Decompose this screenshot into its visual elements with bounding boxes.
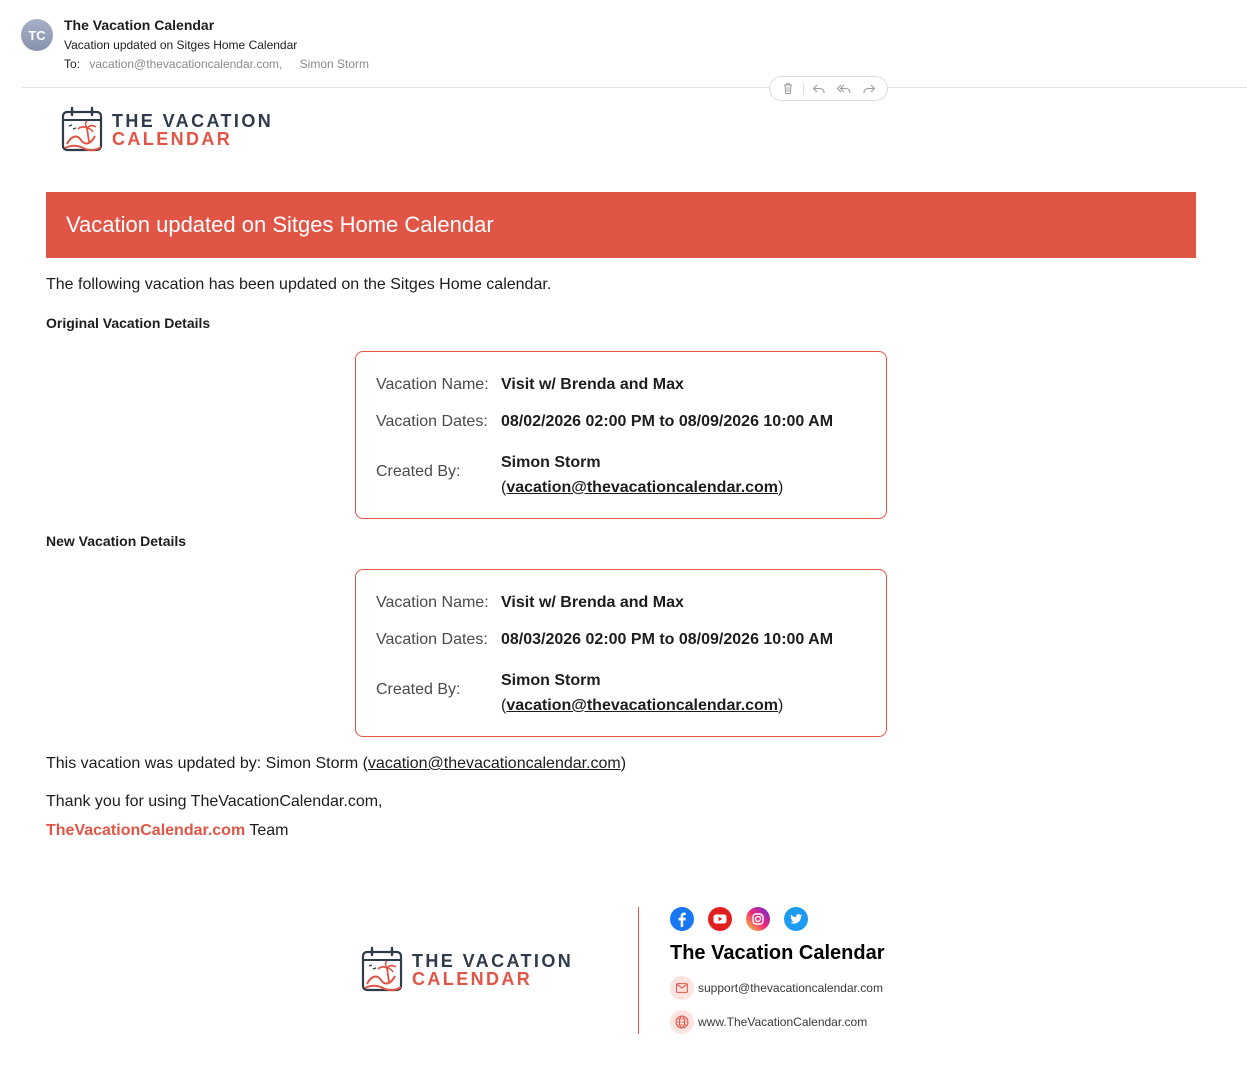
twitter-icon[interactable] bbox=[784, 907, 808, 931]
reply-all-icon[interactable] bbox=[834, 79, 854, 99]
recipient-address[interactable]: vacation@thevacationcalendar.com, bbox=[89, 57, 282, 71]
intro-text: The following vacation has been updated … bbox=[46, 276, 552, 293]
new-details-heading: New Vacation Details bbox=[46, 533, 187, 549]
message-toolbar bbox=[769, 76, 888, 101]
vacation-name-value: Visit w/ Brenda and Max bbox=[501, 376, 684, 393]
footer-website-link[interactable]: www.TheVacationCalendar.com bbox=[698, 1015, 867, 1029]
brand-logo: THE VACATION CALENDAR bbox=[61, 106, 273, 154]
vacation-name-label: Vacation Name: bbox=[376, 594, 489, 611]
avatar: TC bbox=[21, 19, 53, 51]
logo-wordmark: THE VACATION CALENDAR bbox=[412, 952, 573, 988]
mail-icon bbox=[670, 976, 694, 1000]
calendar-palm-icon bbox=[61, 106, 103, 152]
calendar-palm-icon bbox=[361, 946, 403, 992]
recipient-name[interactable]: Simon Storm bbox=[300, 57, 369, 71]
footer-logo: THE VACATION CALENDAR bbox=[361, 946, 573, 994]
youtube-icon[interactable] bbox=[708, 907, 732, 931]
forward-icon[interactable] bbox=[859, 79, 879, 99]
footer-company-name: The Vacation Calendar bbox=[670, 942, 885, 964]
footer-website-row: www.TheVacationCalendar.com bbox=[670, 1010, 867, 1034]
creator-email: (vacation@thevacationcalendar.com) bbox=[501, 697, 784, 714]
vacation-dates-value: 08/03/2026 02:00 PM to 08/09/2026 10:00 … bbox=[501, 631, 834, 648]
vacation-name-value: Visit w/ Brenda and Max bbox=[501, 594, 684, 611]
vacation-dates-value: 08/02/2026 02:00 PM to 08/09/2026 10:00 … bbox=[501, 413, 834, 430]
vacation-dates-label: Vacation Dates: bbox=[376, 631, 488, 648]
logo-line-1: THE VACATION bbox=[112, 111, 274, 131]
creator-email: (vacation@thevacationcalendar.com) bbox=[501, 479, 784, 496]
creator-name: Simon Storm bbox=[501, 672, 601, 689]
trash-icon[interactable] bbox=[778, 79, 798, 99]
banner: Vacation updated on Sitges Home Calendar bbox=[46, 192, 1196, 258]
creator-email-link[interactable]: vacation@thevacationcalendar.com bbox=[506, 697, 778, 714]
toolbar-separator bbox=[803, 82, 805, 95]
team-signature: TheVacationCalendar.com Team bbox=[46, 822, 288, 840]
instagram-icon[interactable] bbox=[746, 907, 770, 931]
created-by-label: Created By: bbox=[376, 463, 461, 480]
new-details-card: Vacation Name: Visit w/ Brenda and Max V… bbox=[355, 569, 887, 737]
mail-header: TC The Vacation Calendar Vacation update… bbox=[0, 0, 1247, 101]
facebook-icon[interactable] bbox=[670, 907, 694, 931]
updated-by-line: This vacation was updated by: Simon Stor… bbox=[46, 755, 626, 773]
created-by-label: Created By: bbox=[376, 681, 461, 698]
creator-name: Simon Storm bbox=[501, 454, 601, 471]
footer-email-link[interactable]: support@thevacationcalendar.com bbox=[698, 981, 883, 995]
logo-line-2: CALENDAR bbox=[112, 129, 233, 149]
globe-icon bbox=[670, 1010, 694, 1034]
updated-by-email-link[interactable]: vacation@thevacationcalendar.com bbox=[368, 755, 621, 772]
logo-line-2: CALENDAR bbox=[412, 969, 533, 989]
created-by-value: Simon Storm (vacation@thevacationcalenda… bbox=[501, 668, 783, 718]
updated-by-suffix: ) bbox=[620, 755, 627, 772]
team-brand-link[interactable]: TheVacationCalendar.com bbox=[46, 822, 245, 839]
footer-email-row: support@thevacationcalendar.com bbox=[670, 976, 883, 1000]
thanks-line: Thank you for using TheVacationCalendar.… bbox=[46, 793, 383, 810]
vacation-dates-label: Vacation Dates: bbox=[376, 413, 488, 430]
original-details-heading: Original Vacation Details bbox=[46, 315, 211, 331]
recipients-line: To: vacation@thevacationcalendar.com, Si… bbox=[64, 57, 369, 71]
vacation-name-label: Vacation Name: bbox=[376, 376, 489, 393]
creator-email-link[interactable]: vacation@thevacationcalendar.com bbox=[506, 479, 778, 496]
banner-title: Vacation updated on Sitges Home Calendar bbox=[66, 212, 494, 237]
subject-line: Vacation updated on Sitges Home Calendar bbox=[64, 38, 298, 52]
header-divider bbox=[21, 87, 1247, 88]
logo-line-1: THE VACATION bbox=[412, 951, 574, 971]
original-details-card: Vacation Name: Visit w/ Brenda and Max V… bbox=[355, 351, 887, 519]
social-links bbox=[670, 907, 808, 931]
footer-divider bbox=[638, 907, 639, 1034]
team-suffix: Team bbox=[245, 822, 289, 839]
updated-by-prefix: This vacation was updated by: Simon Stor… bbox=[46, 755, 368, 772]
to-label: To: bbox=[64, 57, 81, 71]
reply-icon[interactable] bbox=[809, 79, 829, 99]
created-by-value: Simon Storm (vacation@thevacationcalenda… bbox=[501, 450, 783, 500]
logo-wordmark: THE VACATION CALENDAR bbox=[112, 112, 273, 148]
sender-name: The Vacation Calendar bbox=[64, 17, 215, 33]
